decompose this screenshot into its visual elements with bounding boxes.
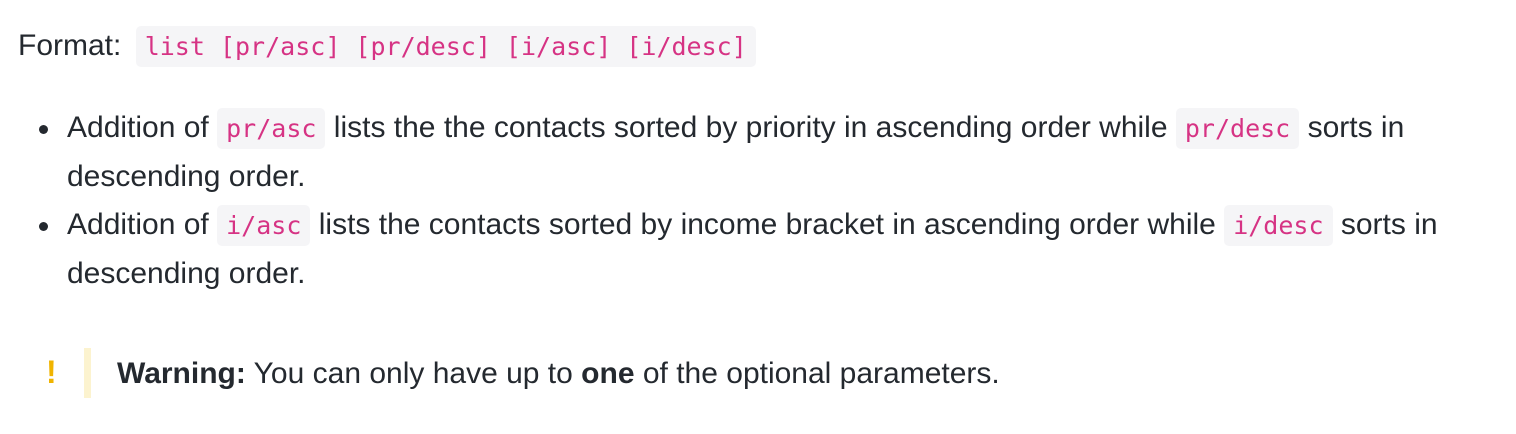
item-text: lists the contacts sorted by income brac… bbox=[318, 208, 1216, 241]
warning-text-after: of the optional parameters. bbox=[642, 357, 1000, 390]
warning-emphasis: one bbox=[581, 357, 635, 390]
document-body: Format: list [pr/asc] [pr/desc] [i/asc] … bbox=[18, 22, 1506, 398]
warning-label: Warning: bbox=[117, 357, 246, 390]
format-label: Format: bbox=[18, 29, 122, 62]
warning-text: Warning: You can only have up to one of … bbox=[117, 352, 1000, 396]
inline-code: i/desc bbox=[1224, 205, 1333, 246]
bullet-icon bbox=[39, 222, 48, 231]
format-line: Format: list [pr/asc] [pr/desc] [i/asc] … bbox=[18, 22, 1506, 70]
warning-callout: ! Warning: You can only have up to one o… bbox=[18, 348, 1218, 398]
item-text: Addition of bbox=[67, 111, 209, 144]
inline-code: i/asc bbox=[217, 205, 311, 246]
bullet-icon bbox=[39, 125, 48, 134]
format-code: list [pr/asc] [pr/desc] [i/asc] [i/desc] bbox=[135, 26, 756, 67]
warning-icon: ! bbox=[46, 354, 57, 390]
list-item: Addition of pr/asc lists the the contact… bbox=[18, 104, 1467, 201]
list-item: Addition of i/asc lists the contacts sor… bbox=[18, 201, 1467, 298]
options-list: Addition of pr/asc lists the the contact… bbox=[18, 104, 1506, 298]
warning-bar bbox=[84, 348, 91, 398]
item-text: lists the the contacts sorted by priorit… bbox=[333, 111, 1168, 144]
inline-code: pr/asc bbox=[217, 108, 326, 149]
item-text: Addition of bbox=[67, 208, 209, 241]
warning-text-before: You can only have up to bbox=[253, 357, 573, 390]
inline-code: pr/desc bbox=[1175, 108, 1300, 149]
